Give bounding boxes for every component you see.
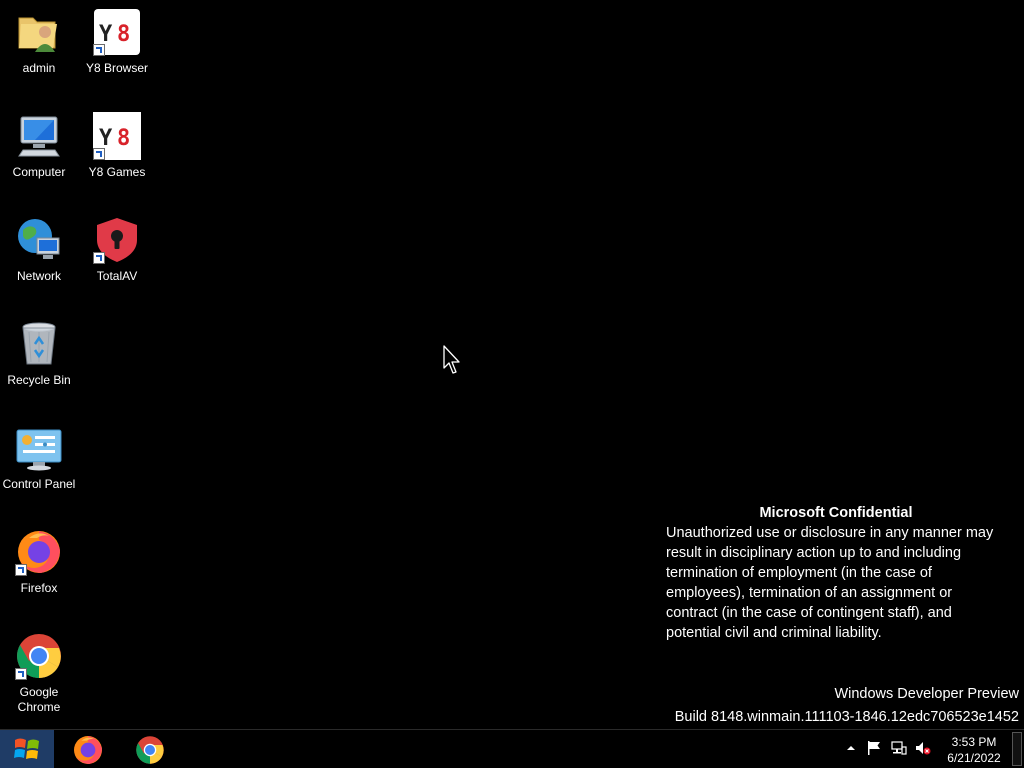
svg-text:8: 8	[117, 126, 130, 151]
watermark-body: Unauthorized use or disclosure in any ma…	[666, 525, 994, 641]
firefox-icon	[74, 736, 102, 764]
confidential-watermark: Microsoft Confidential Unauthorized use …	[666, 503, 1006, 643]
recycle-bin-icon	[15, 320, 63, 368]
chrome-icon	[136, 736, 164, 764]
mouse-cursor-icon	[443, 345, 460, 374]
windows-logo-icon	[14, 738, 39, 759]
network-icon[interactable]	[891, 740, 907, 756]
desktop-icon-network[interactable]: Network	[0, 216, 78, 284]
shortcut-arrow-icon	[15, 668, 27, 680]
desktop-icon-label: Y8 Browser	[85, 61, 149, 75]
desktop-icon-label: TotalAV	[96, 269, 138, 283]
build-number: Build 8148.winmain.111103-1846.12edc7065…	[674, 709, 1019, 725]
desktop-icon-label: Computer	[12, 165, 66, 179]
desktop[interactable]: admin Computer Network Recycle Bin Contr…	[0, 0, 1024, 729]
desktop-icon-control-panel[interactable]: Control Panel	[0, 424, 78, 492]
build-info: Windows Developer Preview Build 8148.win…	[675, 683, 1019, 729]
desktop-icon-label: Firefox	[20, 581, 58, 595]
chrome-icon	[15, 632, 63, 680]
clock-date: 6/21/2022	[947, 751, 1001, 765]
desktop-icon-label: Google Chrome	[17, 685, 61, 714]
firefox-icon	[15, 528, 63, 576]
desktop-icon-label: Y8 Games	[88, 165, 146, 179]
y8-icon: Y 8	[93, 112, 141, 160]
svg-text:8: 8	[117, 22, 130, 47]
desktop-icon-computer[interactable]: Computer	[0, 112, 78, 180]
desktop-icon-label: Network	[16, 269, 61, 283]
start-button[interactable]	[0, 730, 54, 768]
totalav-shield-icon	[93, 216, 141, 264]
desktop-icon-label: Control Panel	[2, 477, 76, 491]
action-center-flag-icon[interactable]	[866, 740, 882, 756]
desktop-icon-firefox[interactable]: Firefox	[0, 528, 78, 596]
computer-icon	[15, 112, 63, 160]
build-edition: Windows Developer Preview	[834, 686, 1019, 702]
shortcut-arrow-icon	[15, 564, 27, 576]
y8-icon: Y 8	[93, 8, 141, 56]
chevron-up-icon[interactable]	[843, 740, 859, 756]
watermark-title: Microsoft Confidential	[759, 505, 913, 521]
taskbar: 3:53 PM 6/21/2022	[0, 729, 1024, 768]
shortcut-arrow-icon	[93, 148, 105, 160]
show-desktop-button[interactable]	[1012, 732, 1022, 766]
taskbar-app-chrome[interactable]	[124, 732, 176, 768]
desktop-icon-google-chrome[interactable]: Google Chrome	[0, 632, 78, 715]
shortcut-arrow-icon	[93, 44, 105, 56]
desktop-icon-admin[interactable]: admin	[0, 8, 78, 76]
taskbar-app-firefox[interactable]	[62, 732, 114, 768]
desktop-icon-y8-browser[interactable]: Y 8 Y8 Browser	[78, 8, 156, 76]
desktop-icon-label: admin	[22, 61, 56, 75]
desktop-icon-recycle-bin[interactable]: Recycle Bin	[0, 320, 78, 388]
desktop-icon-label: Recycle Bin	[7, 373, 71, 387]
shortcut-arrow-icon	[93, 252, 105, 264]
desktop-icon-totalav[interactable]: TotalAV	[78, 216, 156, 284]
desktop-icon-y8-games[interactable]: Y 8 Y8 Games	[78, 112, 156, 180]
user-folder-icon	[15, 8, 63, 56]
network-globe-icon	[15, 216, 63, 264]
volume-muted-icon[interactable]	[915, 740, 931, 756]
taskbar-clock[interactable]: 3:53 PM 6/21/2022	[942, 734, 1006, 766]
control-panel-icon	[15, 424, 63, 472]
clock-time: 3:53 PM	[951, 735, 997, 749]
